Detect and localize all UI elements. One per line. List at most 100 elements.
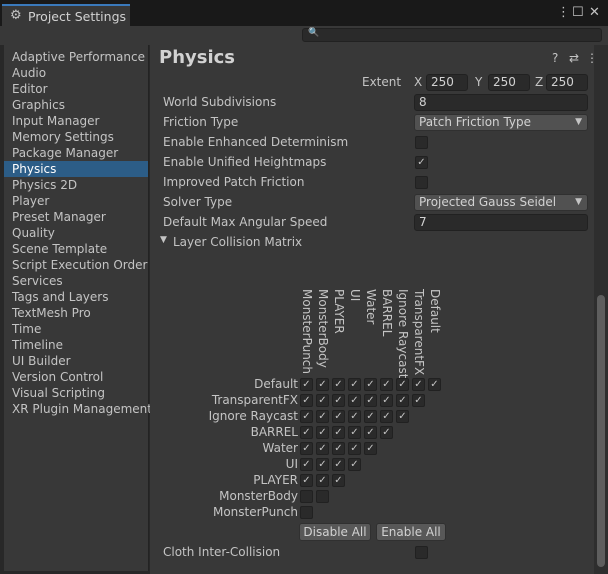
matrix-cell-checkbox[interactable]: ✓ xyxy=(364,426,377,439)
matrix-cell-checkbox[interactable] xyxy=(300,490,313,503)
matrix-cell-checkbox[interactable]: ✓ xyxy=(396,378,409,391)
enable-all-button[interactable]: Enable All xyxy=(376,523,446,541)
matrix-cell-checkbox[interactable]: ✓ xyxy=(300,394,313,407)
matrix-column-label: UI xyxy=(348,289,362,302)
preset-icon[interactable]: ⇄ xyxy=(569,51,579,65)
matrix-cell-checkbox[interactable]: ✓ xyxy=(300,442,313,455)
search-input[interactable]: 🔍 xyxy=(302,28,602,42)
matrix-cell-checkbox[interactable]: ✓ xyxy=(380,378,393,391)
friction-type-label: Friction Type xyxy=(163,115,239,129)
matrix-cell-checkbox[interactable]: ✓ xyxy=(300,426,313,439)
help-icon[interactable]: ? xyxy=(552,51,558,65)
matrix-cell-checkbox[interactable]: ✓ xyxy=(364,394,377,407)
checkmark-icon: ✓ xyxy=(334,443,343,454)
matrix-cell-checkbox[interactable]: ✓ xyxy=(300,474,313,487)
matrix-cell-checkbox[interactable]: ✓ xyxy=(364,442,377,455)
matrix-row-label: TransparentFX xyxy=(211,393,298,407)
sidebar-item-textmesh-pro[interactable]: TextMesh Pro xyxy=(4,305,148,321)
matrix-cell-checkbox[interactable]: ✓ xyxy=(396,394,409,407)
matrix-cell-checkbox[interactable]: ✓ xyxy=(380,394,393,407)
sidebar-item-quality[interactable]: Quality xyxy=(4,225,148,241)
cloth-inter-collision-checkbox[interactable] xyxy=(415,546,428,559)
matrix-cell-checkbox[interactable]: ✓ xyxy=(332,458,345,471)
sidebar-item-audio[interactable]: Audio xyxy=(4,65,148,81)
matrix-cell-checkbox[interactable]: ✓ xyxy=(316,474,329,487)
matrix-cell-checkbox[interactable]: ✓ xyxy=(380,426,393,439)
sidebar-item-memory-settings[interactable]: Memory Settings xyxy=(4,129,148,145)
matrix-cell-checkbox[interactable]: ✓ xyxy=(396,410,409,423)
enhanced-determinism-checkbox[interactable] xyxy=(415,136,428,149)
checkmark-icon: ✓ xyxy=(302,459,311,470)
max-angular-speed-field[interactable]: 7 xyxy=(414,214,588,231)
sidebar-item-editor[interactable]: Editor xyxy=(4,81,148,97)
sidebar-item-preset-manager[interactable]: Preset Manager xyxy=(4,209,148,225)
more-options-icon[interactable]: ⋮ xyxy=(557,5,570,20)
sidebar-item-player[interactable]: Player xyxy=(4,193,148,209)
sidebar-item-scene-template[interactable]: Scene Template xyxy=(4,241,148,257)
matrix-cell-checkbox[interactable]: ✓ xyxy=(316,426,329,439)
sidebar-item-package-manager[interactable]: Package Manager xyxy=(4,145,148,161)
checkmark-icon: ✓ xyxy=(302,411,311,422)
matrix-cell-checkbox[interactable]: ✓ xyxy=(348,394,361,407)
matrix-cell-checkbox[interactable] xyxy=(300,506,313,519)
matrix-cell-checkbox[interactable]: ✓ xyxy=(380,410,393,423)
matrix-cell-checkbox[interactable]: ✓ xyxy=(316,410,329,423)
matrix-cell-checkbox[interactable]: ✓ xyxy=(316,378,329,391)
disable-all-button[interactable]: Disable All xyxy=(299,523,371,541)
maximize-icon[interactable]: ☐ xyxy=(572,5,584,20)
sidebar-item-time[interactable]: Time xyxy=(4,321,148,337)
sidebar-item-physics[interactable]: Physics xyxy=(4,161,148,177)
sidebar-item-input-manager[interactable]: Input Manager xyxy=(4,113,148,129)
world-subdivisions-field[interactable]: 8 xyxy=(414,94,588,111)
close-icon[interactable]: ✕ xyxy=(589,5,600,20)
matrix-cell-checkbox[interactable]: ✓ xyxy=(364,410,377,423)
sidebar-item-xr-plugin-management[interactable]: XR Plugin Management xyxy=(4,401,152,417)
matrix-cell-checkbox[interactable]: ✓ xyxy=(332,378,345,391)
extent-x-field[interactable]: 250 xyxy=(426,74,468,91)
sidebar-item-timeline[interactable]: Timeline xyxy=(4,337,148,353)
foldout-arrow-icon[interactable]: ▼ xyxy=(160,235,167,245)
matrix-cell-checkbox[interactable]: ✓ xyxy=(332,442,345,455)
matrix-cell-checkbox[interactable]: ✓ xyxy=(428,378,441,391)
matrix-cell-checkbox[interactable]: ✓ xyxy=(300,458,313,471)
sidebar-item-visual-scripting[interactable]: Visual Scripting xyxy=(4,385,148,401)
project-settings-tab[interactable]: ⚙ Project Settings xyxy=(2,4,130,26)
matrix-cell-checkbox[interactable]: ✓ xyxy=(316,394,329,407)
matrix-cell-checkbox[interactable]: ✓ xyxy=(316,442,329,455)
matrix-cell-checkbox[interactable]: ✓ xyxy=(316,458,329,471)
matrix-cell-checkbox[interactable]: ✓ xyxy=(332,410,345,423)
sidebar-item-script-execution-order[interactable]: Script Execution Order xyxy=(4,257,148,273)
matrix-cell-checkbox[interactable]: ✓ xyxy=(412,378,425,391)
layer-collision-matrix-label[interactable]: Layer Collision Matrix xyxy=(173,235,302,249)
matrix-cell-checkbox[interactable]: ✓ xyxy=(364,378,377,391)
matrix-cell-checkbox[interactable]: ✓ xyxy=(412,394,425,407)
sidebar-item-tags-and-layers[interactable]: Tags and Layers xyxy=(4,289,148,305)
sidebar-item-adaptive-performance[interactable]: Adaptive Performance xyxy=(4,49,148,65)
sidebar-item-ui-builder[interactable]: UI Builder xyxy=(4,353,148,369)
sidebar-item-graphics[interactable]: Graphics xyxy=(4,97,148,113)
matrix-cell-checkbox[interactable]: ✓ xyxy=(300,378,313,391)
matrix-cell-checkbox[interactable]: ✓ xyxy=(332,394,345,407)
checkmark-icon: ✓ xyxy=(366,443,375,454)
unified-heightmaps-checkbox[interactable]: ✓ xyxy=(415,156,428,169)
sidebar-item-physics-2d[interactable]: Physics 2D xyxy=(4,177,148,193)
sidebar-item-services[interactable]: Services xyxy=(4,273,148,289)
matrix-cell-checkbox[interactable]: ✓ xyxy=(348,458,361,471)
scrollbar-thumb[interactable] xyxy=(597,295,605,567)
checkmark-icon: ✓ xyxy=(398,395,407,406)
matrix-cell-checkbox[interactable] xyxy=(316,490,329,503)
matrix-cell-checkbox[interactable]: ✓ xyxy=(348,426,361,439)
matrix-cell-checkbox[interactable]: ✓ xyxy=(300,410,313,423)
matrix-cell-checkbox[interactable]: ✓ xyxy=(348,410,361,423)
extent-y-field[interactable]: 250 xyxy=(488,74,530,91)
improved-patch-friction-checkbox[interactable] xyxy=(415,176,428,189)
solver-type-dropdown[interactable]: Projected Gauss Seidel ▼ xyxy=(414,194,588,211)
sidebar-item-version-control[interactable]: Version Control xyxy=(4,369,148,385)
friction-type-dropdown[interactable]: Patch Friction Type ▼ xyxy=(414,114,588,131)
extent-z-field[interactable]: 250 xyxy=(546,74,588,91)
matrix-cell-checkbox[interactable]: ✓ xyxy=(348,442,361,455)
matrix-cell-checkbox[interactable]: ✓ xyxy=(332,426,345,439)
matrix-cell-checkbox[interactable]: ✓ xyxy=(332,474,345,487)
more-options-icon[interactable]: ⋮ xyxy=(586,51,594,65)
matrix-cell-checkbox[interactable]: ✓ xyxy=(348,378,361,391)
